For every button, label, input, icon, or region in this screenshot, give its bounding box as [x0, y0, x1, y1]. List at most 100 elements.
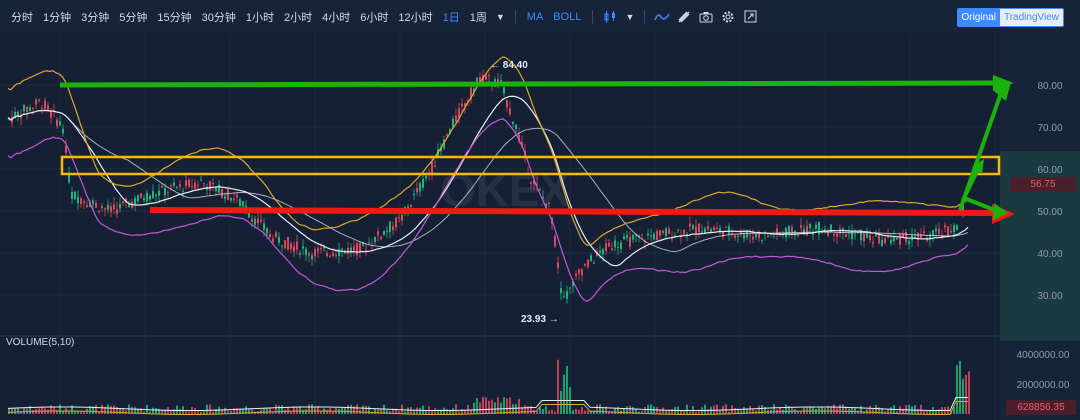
price-tick-label: 80.00 [1037, 81, 1062, 92]
timeframe-button[interactable]: 6小时 [355, 9, 393, 25]
timeframe-button[interactable]: 1小时 [241, 9, 279, 25]
candle-body [560, 288, 562, 293]
candle-body [767, 235, 769, 237]
candle-body [257, 218, 259, 224]
volume-bar [281, 405, 283, 414]
timeframe-button[interactable]: 1日 [438, 9, 465, 25]
tradingview-button[interactable]: TradingView [999, 9, 1063, 26]
candle-body [275, 232, 277, 237]
candle-body [314, 249, 316, 257]
volume-bar [179, 408, 181, 414]
volume-bar [32, 409, 34, 414]
volume-bar [497, 397, 499, 414]
candle-body [311, 255, 313, 260]
timeframe-button[interactable]: 15分钟 [152, 9, 196, 25]
candle-body [884, 237, 886, 244]
candle-body [815, 224, 817, 229]
current-price-tag: 56.75 [1010, 177, 1076, 192]
candle-body [713, 226, 715, 231]
volume-bar [506, 398, 508, 414]
volume-bar [488, 400, 490, 414]
candle-body [284, 240, 286, 249]
volume-bar [656, 407, 658, 414]
volume-bar [914, 405, 916, 414]
price-tick-label: 50.00 [1037, 207, 1062, 218]
high-price-annotation: ← 84.40 [490, 60, 528, 71]
candle-body [248, 213, 250, 218]
volume-bar [680, 410, 682, 414]
timeframe-button[interactable]: 3分钟 [76, 9, 114, 25]
candle-body [665, 228, 667, 236]
candle-body [707, 226, 709, 230]
volume-bar [155, 408, 157, 414]
ma-indicator-button[interactable]: MA [522, 11, 549, 23]
volume-bar [698, 411, 700, 414]
candle-body [890, 239, 892, 244]
candle-body [866, 233, 868, 238]
volume-bar [101, 404, 103, 414]
timeframe-button[interactable]: 12小时 [393, 9, 437, 25]
timeframe-more-chevron-icon[interactable]: ▼ [492, 12, 509, 22]
volume-bar [14, 408, 16, 414]
volume-bar [785, 404, 787, 414]
volume-bar [575, 409, 577, 414]
fullscreen-icon[interactable] [739, 6, 761, 28]
timeframe-button[interactable]: 2小时 [279, 9, 317, 25]
candle-body [938, 228, 940, 234]
candle-body [752, 236, 754, 240]
low-price-annotation: 23.93 → [521, 314, 559, 325]
candle-body [611, 248, 613, 251]
candle-body [137, 195, 139, 201]
indicator-icon[interactable] [651, 6, 673, 28]
boll-indicator-button[interactable]: BOLL [548, 11, 586, 23]
volume-bar [602, 408, 604, 414]
candle-body [416, 188, 418, 193]
candle-body [737, 235, 739, 237]
candle-body [692, 225, 694, 230]
drawing-tools-icon[interactable] [673, 6, 695, 28]
volume-bar [425, 410, 427, 414]
candle-body [227, 188, 229, 200]
timeframe-button[interactable]: 分时 [6, 9, 38, 25]
candle-body [74, 191, 76, 200]
candle-body [158, 190, 160, 196]
chart-type-chevron-icon[interactable]: ▼ [621, 12, 638, 22]
camera-icon[interactable] [695, 6, 717, 28]
candle-body [833, 233, 835, 236]
timeframe-button[interactable]: 1周 [465, 9, 492, 25]
volume-bar [41, 406, 43, 414]
candle-body [287, 237, 289, 250]
candle-body [854, 234, 856, 236]
candle-body [881, 239, 883, 247]
candle-body [212, 182, 214, 185]
timeframe-button[interactable]: 1分钟 [38, 9, 76, 25]
candle-body [401, 214, 403, 221]
candle-body [269, 233, 271, 238]
candle-body [626, 235, 628, 238]
candle-body [164, 187, 166, 196]
candle-body [290, 243, 292, 250]
price-chart[interactable]: OKEX 30.0040.0050.0060.0070.0080.00 2000… [0, 33, 1080, 420]
candle-body [59, 121, 61, 125]
candle-body [101, 205, 103, 208]
original-view-button[interactable]: Original [957, 9, 1000, 26]
volume-bar [422, 405, 424, 414]
candlestick-type-icon[interactable] [599, 6, 621, 28]
timeframe-button[interactable]: 30分钟 [197, 9, 241, 25]
volume-bar [224, 407, 226, 414]
volume-bar [59, 404, 61, 414]
volume-bar [278, 405, 280, 414]
volume-bar [584, 410, 586, 414]
timeframe-button[interactable]: 4小时 [317, 9, 355, 25]
candle-body [710, 229, 712, 232]
settings-gear-icon[interactable] [717, 6, 739, 28]
candle-body [425, 175, 427, 179]
candle-body [35, 99, 37, 105]
candle-body [599, 250, 601, 253]
timeframe-button[interactable]: 5分钟 [114, 9, 152, 25]
toolbar-divider [644, 9, 646, 24]
candle-body [83, 201, 85, 204]
volume-bar [344, 406, 346, 414]
candle-body [224, 196, 226, 199]
candle-body [266, 228, 268, 234]
